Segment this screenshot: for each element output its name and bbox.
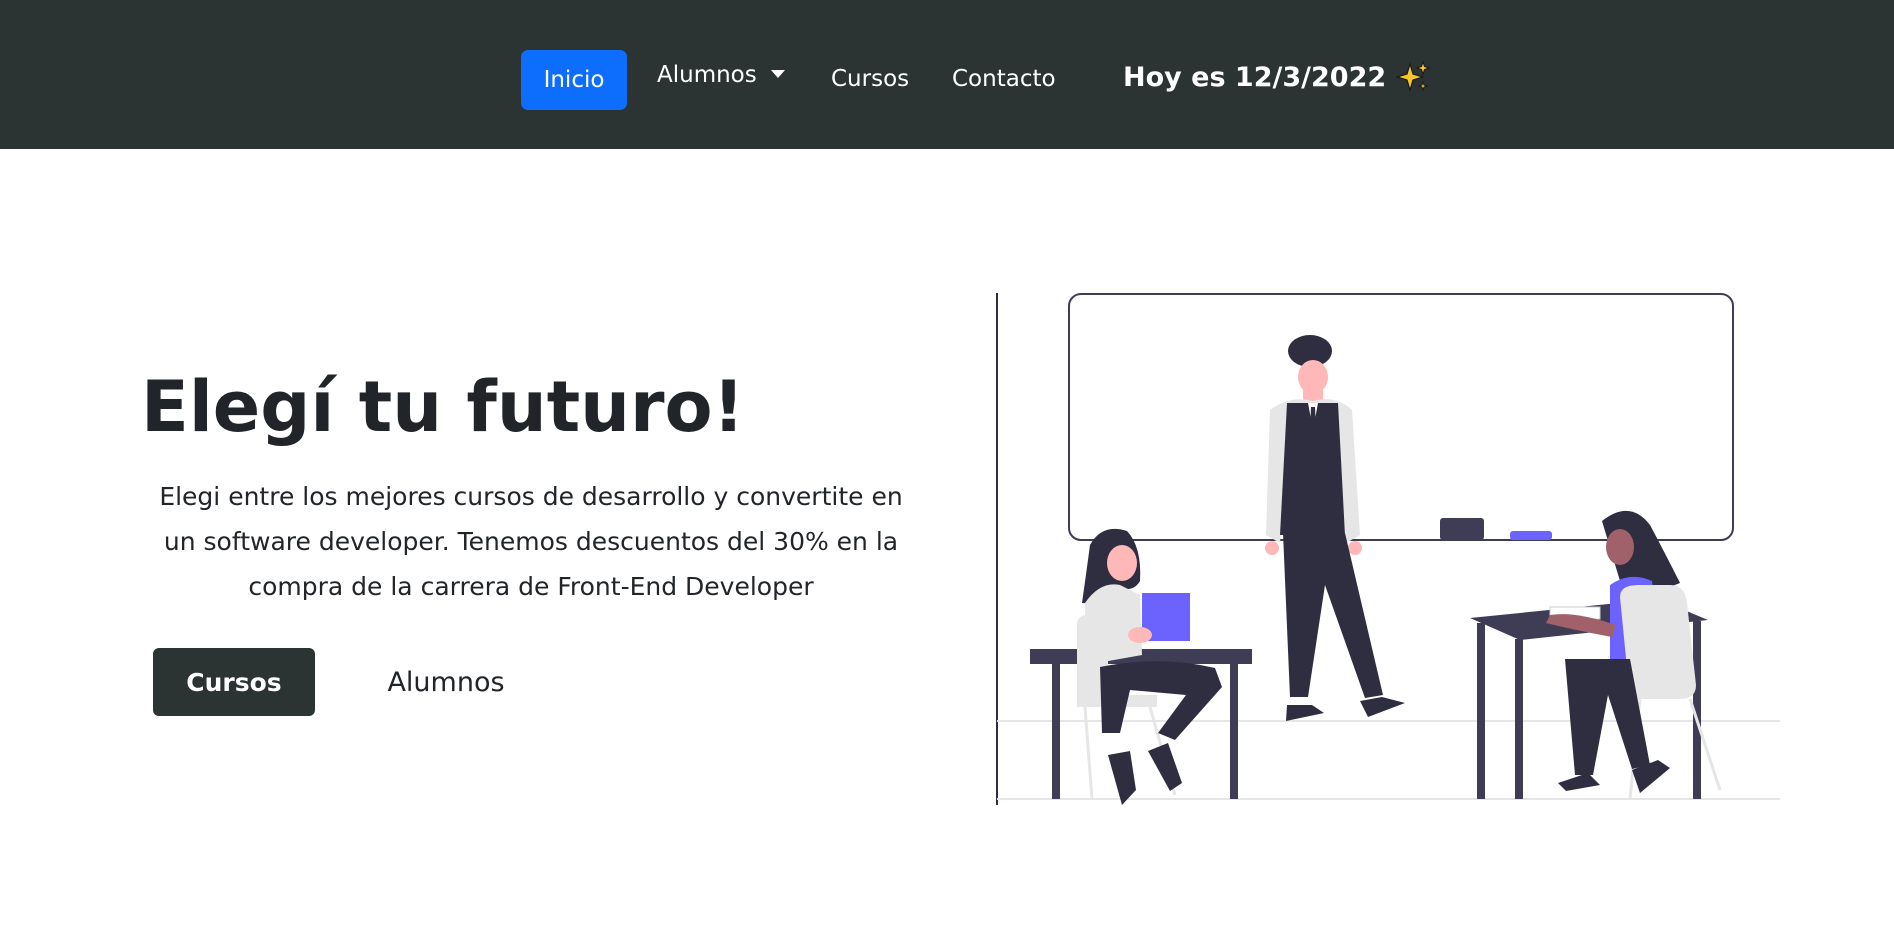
date-text: Hoy es 12/3/2022	[1123, 61, 1387, 93]
date-display: Hoy es 12/3/2022	[1123, 60, 1431, 94]
hero-title: Elegí tu futuro!	[141, 366, 745, 448]
hero-description: Elegi entre los mejores cursos de desarr…	[159, 482, 903, 601]
nav-inicio[interactable]: Inicio	[521, 50, 627, 110]
navbar: Inicio Alumnos Cursos Contacto Hoy es 12…	[0, 0, 1894, 149]
nav-alumnos-dropdown[interactable]: Alumnos	[657, 64, 785, 87]
nav-contacto[interactable]: Contacto	[952, 68, 1056, 91]
caret-down-icon	[770, 69, 785, 78]
alumnos-button[interactable]: Alumnos	[366, 648, 526, 716]
nav-alumnos-label: Alumnos	[657, 62, 757, 88]
nav-cursos[interactable]: Cursos	[831, 68, 909, 91]
cursos-button[interactable]: Cursos	[153, 648, 315, 716]
sparkles-icon	[1396, 60, 1431, 93]
classroom-illustration	[996, 293, 1780, 805]
